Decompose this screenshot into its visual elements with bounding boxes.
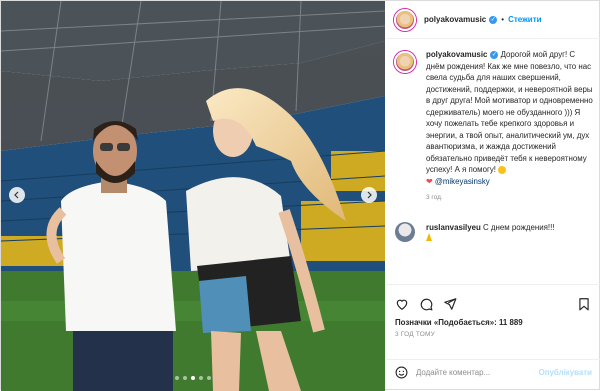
heart-emoji: ❤	[426, 176, 433, 186]
emoji-button[interactable]	[395, 366, 408, 379]
carousel-next-button[interactable]	[361, 187, 377, 203]
chevron-left-icon	[14, 191, 19, 199]
post-timestamp[interactable]: 3 ГОД ТОМУ	[386, 327, 600, 338]
author-username[interactable]: polyakovamusic	[424, 15, 486, 24]
carousel-dot	[199, 376, 203, 380]
carousel-dot	[183, 376, 187, 380]
chevron-right-icon	[367, 191, 372, 199]
caption: polyakovamusic ✓ Дорогой мой друг! С днём…	[394, 49, 593, 204]
verified-badge-icon: ✓	[489, 15, 498, 24]
comment-body: ruslanvasilyeu С днем рождения!!!	[426, 222, 554, 244]
post-sidebar: polyakovamusic ✓ • Стежити polyakovamusi…	[386, 1, 600, 391]
share-button[interactable]	[443, 297, 457, 311]
likes-count[interactable]: Позначки «Подобається»: 11 889	[386, 315, 600, 327]
comments-list: polyakovamusic ✓ Дорогой мой друг! С днём…	[386, 49, 600, 281]
smiley-icon	[395, 366, 408, 379]
action-icons	[386, 285, 600, 315]
caption-text: Дорогой мой друг! С днём рождения! Как ж…	[426, 50, 593, 174]
post-photo-illustration	[1, 1, 385, 391]
comment-item: ruslanvasilyeu С днем рождения!!!	[394, 221, 593, 244]
commenter-username[interactable]: ruslanvasilyeu	[426, 223, 481, 232]
comment-icon	[420, 298, 433, 311]
carousel-dot	[207, 376, 211, 380]
caption-body: polyakovamusic ✓ Дорогой мой друг! С днём…	[426, 49, 593, 204]
comment-button[interactable]	[419, 297, 433, 311]
carousel-prev-button[interactable]	[9, 187, 25, 203]
header-separator: •	[501, 15, 505, 24]
author-avatar[interactable]	[394, 8, 416, 31]
lightning-emoji-icon	[426, 232, 432, 241]
post-photo	[1, 1, 385, 391]
post-actions: Позначки «Подобається»: 11 889 3 ГОД ТОМ…	[386, 284, 600, 384]
carousel-dots	[1, 376, 385, 380]
comment-input[interactable]	[416, 368, 539, 377]
carousel-dot-active	[191, 376, 195, 380]
comment-composer: Опублікувати	[386, 359, 600, 385]
like-button[interactable]	[395, 297, 409, 311]
mention-link[interactable]: @mikeyasinsky	[435, 177, 490, 186]
post-header: polyakovamusic ✓ • Стежити	[386, 1, 600, 39]
caption-time: 3 год.	[426, 194, 443, 201]
follow-button[interactable]: Стежити	[508, 15, 541, 24]
heart-outline-icon	[396, 299, 408, 310]
smile-emoji-icon	[498, 165, 507, 174]
paper-plane-icon	[444, 298, 457, 310]
comment-text: С днем рождения!!!	[480, 222, 555, 232]
publish-button[interactable]: Опублікувати	[539, 368, 592, 377]
post-dialog: polyakovamusic ✓ • Стежити polyakovamusi…	[0, 0, 600, 391]
commenter-avatar[interactable]	[395, 221, 415, 242]
save-button[interactable]	[577, 297, 591, 311]
caption-username[interactable]: polyakovamusic	[426, 50, 487, 59]
carousel-dot	[175, 376, 179, 380]
caption-avatar[interactable]	[394, 51, 416, 73]
bookmark-icon	[579, 298, 589, 311]
